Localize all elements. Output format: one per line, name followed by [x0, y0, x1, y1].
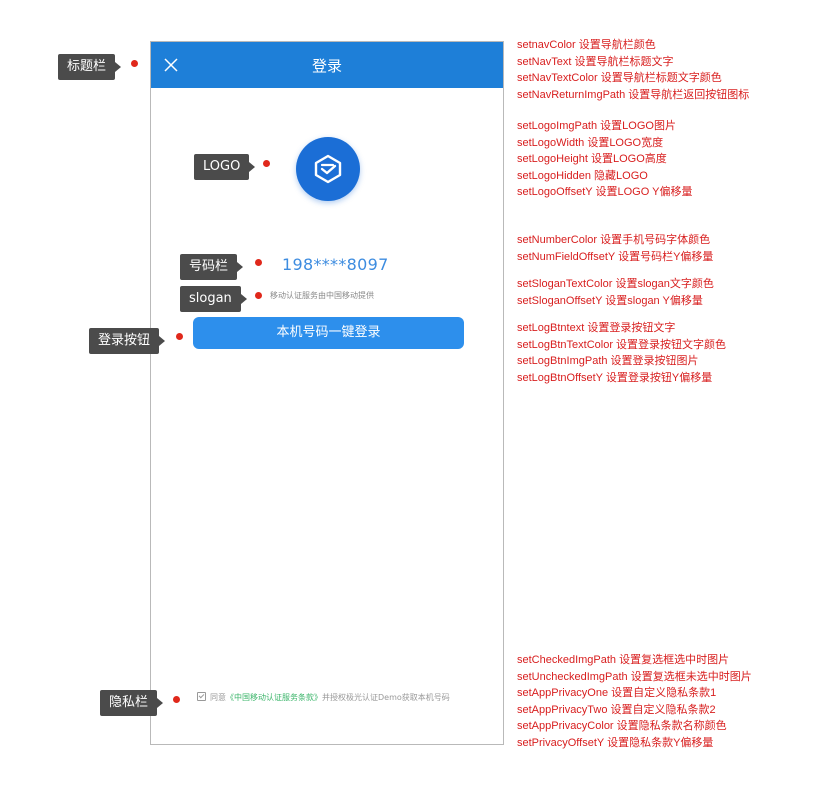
label-title-bar: 标题栏	[58, 54, 122, 80]
note-line: setLogBtnImgPath 设置登录按钮图片	[517, 355, 699, 367]
note-line: setLogoImgPath 设置LOGO图片	[517, 120, 676, 132]
label-privacy-bar: 隐私栏	[100, 690, 164, 716]
nav-bar: 登录	[151, 42, 503, 88]
label-login-button: 登录按钮	[89, 328, 166, 354]
note-line: setLogoHeight 设置LOGO高度	[517, 153, 667, 165]
note-line: setLogoOffsetY 设置LOGO Y偏移量	[517, 186, 693, 198]
notes-logo: setLogoImgPath 设置LOGO图片 setLogoWidth 设置L…	[517, 118, 692, 201]
notes-nav: setnavColor 设置导航栏颜色 setNavText 设置导航栏标题文字…	[517, 37, 749, 103]
label-number-bar: 号码栏	[180, 254, 244, 280]
note-line: setLogBtntext 设置登录按钮文字	[517, 322, 676, 334]
marker-dot	[131, 60, 138, 67]
note-line: setAppPrivacyColor 设置隐私条款名称颜色	[517, 720, 727, 732]
marker-dot	[173, 696, 180, 703]
note-line: setNumberColor 设置手机号码字体颜色	[517, 234, 711, 246]
note-line: setLogBtnOffsetY 设置登录按钮Y偏移量	[517, 371, 713, 384]
checkbox-icon[interactable]	[197, 692, 206, 701]
privacy-prefix: 同意	[210, 693, 226, 702]
label-slogan: slogan	[180, 286, 247, 312]
note-line: setPrivacyOffsetY 设置隐私条款Y偏移量	[517, 736, 714, 749]
privacy-terms-link[interactable]: 《中国移动认证服务条款》	[226, 693, 322, 702]
label-logo: LOGO	[194, 154, 256, 180]
marker-dot	[255, 259, 262, 266]
logo-image	[296, 137, 360, 201]
slogan-text: 移动认证服务由中国移动提供	[270, 291, 374, 300]
phone-number: 198****8097	[282, 255, 389, 274]
notes-slogan: setSloganTextColor 设置slogan文字颜色 setSloga…	[517, 276, 714, 309]
privacy-bar: 同意《中国移动认证服务条款》并授权极光认证Demo获取本机号码	[197, 692, 455, 704]
one-click-login-button[interactable]: 本机号码一键登录	[193, 317, 464, 349]
note-line: setNumFieldOffsetY 设置号码栏Y偏移量	[517, 250, 714, 263]
notes-number: setNumberColor 设置手机号码字体颜色 setNumFieldOff…	[517, 232, 713, 265]
note-line: setLogoHidden 隐藏LOGO	[517, 169, 648, 182]
note-line: setnavColor 设置导航栏颜色	[517, 39, 656, 51]
note-line: setAppPrivacyTwo 设置自定义隐私条款2	[517, 703, 716, 716]
nav-title: 登录	[311, 57, 342, 75]
marker-dot	[263, 160, 270, 167]
note-line: setAppPrivacyOne 设置自定义隐私条款1	[517, 687, 717, 699]
note-line: setSloganOffsetY 设置slogan Y偏移量	[517, 294, 703, 307]
marker-dot	[176, 333, 183, 340]
note-line: setUncheckedImgPath 设置复选框未选中时图片	[517, 670, 752, 683]
note-line: setLogoWidth 设置LOGO宽度	[517, 136, 664, 149]
note-line: setNavTextColor 设置导航栏标题文字颜色	[517, 72, 722, 84]
notes-privacy: setCheckedImgPath 设置复选框选中时图片 setUnchecke…	[517, 652, 752, 751]
note-line: setLogBtnTextColor 设置登录按钮文字颜色	[517, 338, 727, 351]
note-line: setNavReturnImgPath 设置导航栏返回按钮图标	[517, 88, 750, 101]
note-line: setCheckedImgPath 设置复选框选中时图片	[517, 654, 730, 666]
privacy-suffix: 并授权极光认证Demo获取本机号码	[322, 693, 450, 702]
shield-logo-icon	[314, 154, 342, 184]
marker-dot	[255, 292, 262, 299]
notes-login: setLogBtntext 设置登录按钮文字 setLogBtnTextColo…	[517, 320, 726, 386]
note-line: setSloganTextColor 设置slogan文字颜色	[517, 278, 714, 290]
note-line: setNavText 设置导航栏标题文字	[517, 55, 674, 68]
phone-screen: 登录 198****8097 移动认证服务由中国移动提供 本机号码一键登录 同意…	[150, 41, 504, 745]
